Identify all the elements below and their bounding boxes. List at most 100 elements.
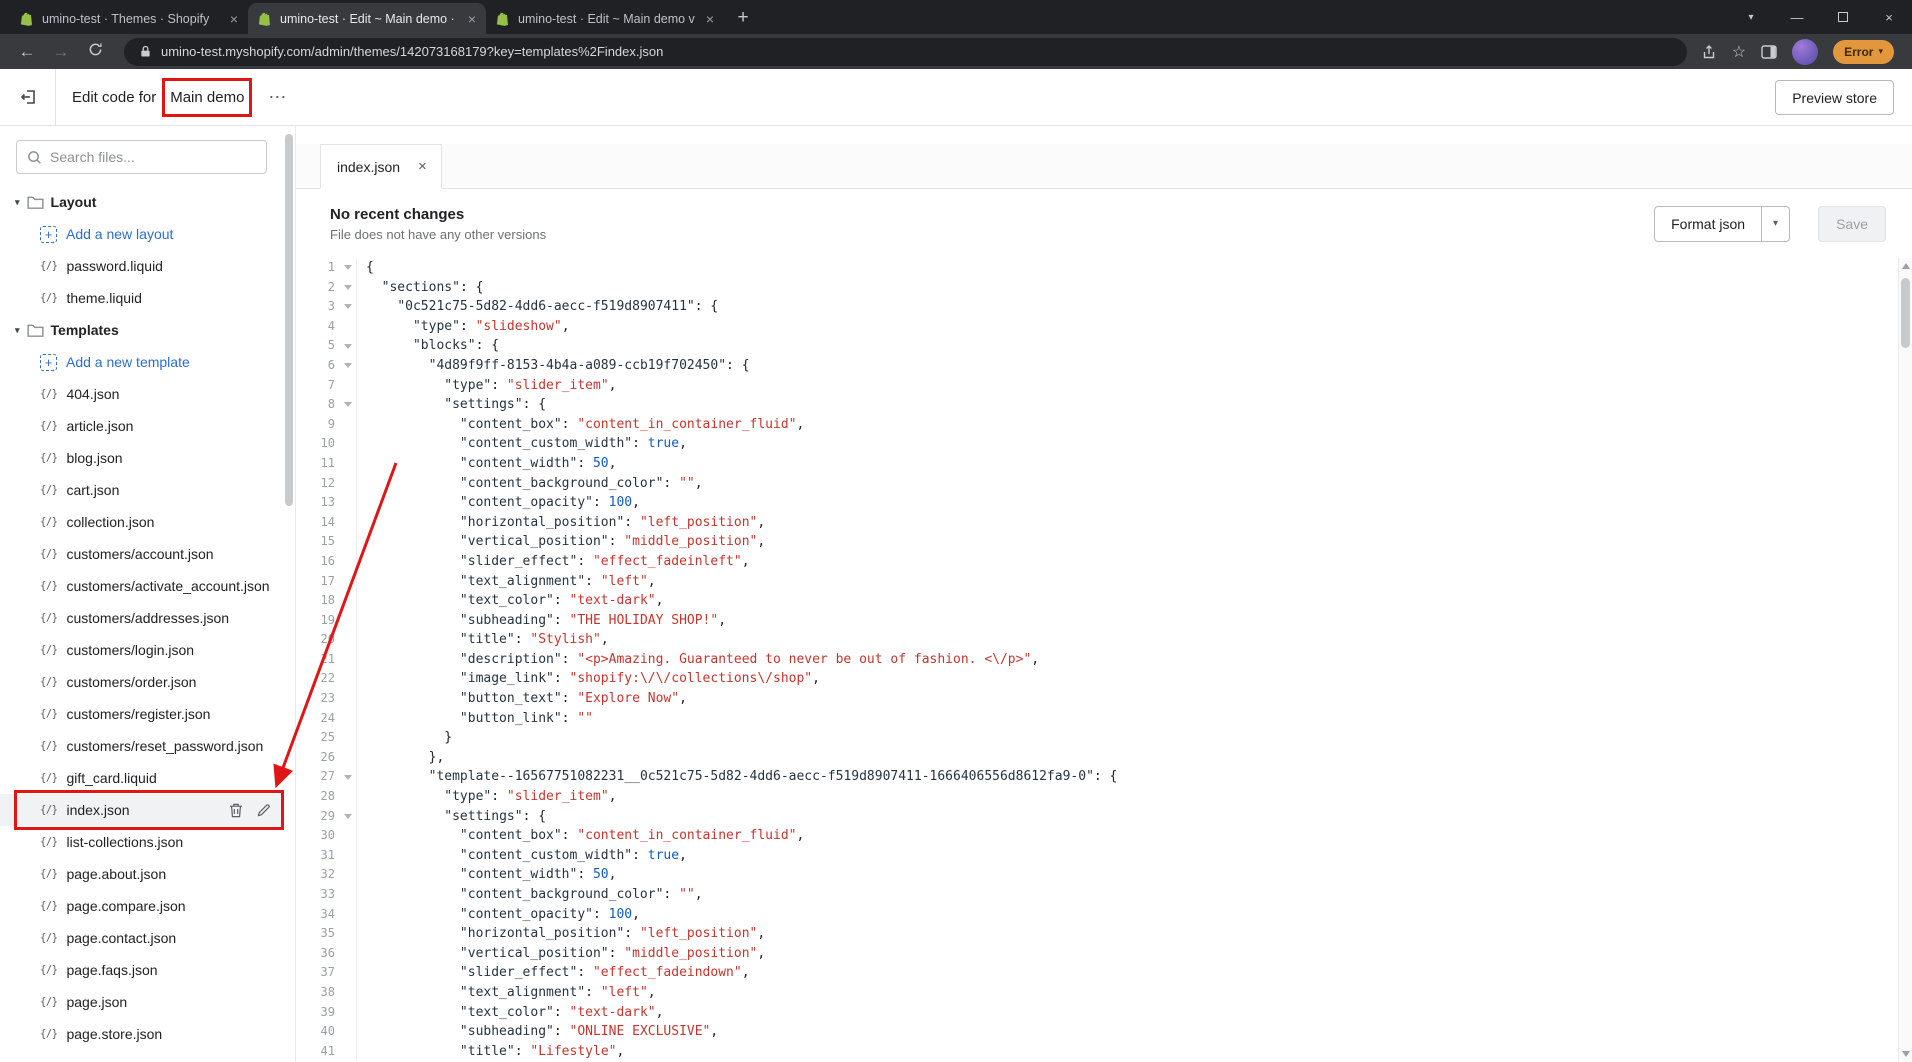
sidebar-scrollbar[interactable] xyxy=(283,126,295,1062)
fold-icon[interactable] xyxy=(344,814,352,819)
code-line[interactable]: 26 }, xyxy=(296,748,1912,768)
code-line[interactable]: 7 "type": "slider_item", xyxy=(296,376,1912,396)
code-line[interactable]: 8 "settings": { xyxy=(296,395,1912,415)
fold-icon[interactable] xyxy=(344,344,352,349)
file-page.about.json[interactable]: {/}page.about.json xyxy=(0,858,283,890)
code-line[interactable]: 40 "subheading": "ONLINE EXCLUSIVE", xyxy=(296,1022,1912,1042)
format-json-dropdown-button[interactable]: ▾ xyxy=(1761,207,1789,241)
code-line[interactable]: 4 "type": "slideshow", xyxy=(296,317,1912,337)
folder-layout[interactable]: ▾Layout xyxy=(0,186,283,218)
close-icon[interactable]: × xyxy=(468,11,476,27)
code-area[interactable]: 1{2 "sections": {3 "0c521c75-5d82-4dd6-a… xyxy=(296,258,1912,1062)
close-window-button[interactable]: × xyxy=(1866,0,1912,34)
file-cart.json[interactable]: {/}cart.json xyxy=(0,474,283,506)
fold-icon[interactable] xyxy=(344,285,352,290)
code-line[interactable]: 22 "image_link": "shopify:\/\/collection… xyxy=(296,669,1912,689)
code-line[interactable]: 3 "0c521c75-5d82-4dd6-aecc-f519d8907411"… xyxy=(296,297,1912,317)
fold-icon[interactable] xyxy=(344,304,352,309)
sidebar-scrollbar-thumb[interactable] xyxy=(285,134,293,506)
code-line[interactable]: 11 "content_width": 50, xyxy=(296,454,1912,474)
code-line[interactable]: 29 "settings": { xyxy=(296,807,1912,827)
close-icon[interactable]: × xyxy=(230,11,238,27)
rename-file-button[interactable] xyxy=(257,803,271,817)
file-page.compare.json[interactable]: {/}page.compare.json xyxy=(0,890,283,922)
file-gift_card.liquid[interactable]: {/}gift_card.liquid xyxy=(0,762,283,794)
file-page.store.json[interactable]: {/}page.store.json xyxy=(0,1018,283,1050)
code-line[interactable]: 24 "button_link": "" xyxy=(296,709,1912,729)
code-line[interactable]: 5 "blocks": { xyxy=(296,336,1912,356)
fold-icon[interactable] xyxy=(344,402,352,407)
close-tab-icon[interactable]: × xyxy=(418,158,427,175)
minimize-button[interactable]: — xyxy=(1774,0,1820,34)
scroll-down-icon[interactable] xyxy=(1902,1051,1910,1057)
more-actions-button[interactable]: ⋯ xyxy=(268,87,286,108)
code-line[interactable]: 27 "template--16567751082231__0c521c75-5… xyxy=(296,767,1912,787)
file-theme.liquid[interactable]: {/}theme.liquid xyxy=(0,282,283,314)
profile-avatar[interactable] xyxy=(1792,39,1818,65)
code-line[interactable]: 38 "text_alignment": "left", xyxy=(296,983,1912,1003)
close-icon[interactable]: × xyxy=(706,11,714,27)
file-customers/reset_password.json[interactable]: {/}customers/reset_password.json xyxy=(0,730,283,762)
save-button[interactable]: Save xyxy=(1818,206,1886,242)
file-password.liquid[interactable]: {/}password.liquid xyxy=(0,250,283,282)
file-customers/activate_account.json[interactable]: {/}customers/activate_account.json xyxy=(0,570,283,602)
file-customers/addresses.json[interactable]: {/}customers/addresses.json xyxy=(0,602,283,634)
fold-icon[interactable] xyxy=(344,775,352,780)
browser-tab[interactable]: umino-test · Edit ~ Main demo v× xyxy=(486,3,724,34)
editor-tab-index-json[interactable]: index.json × xyxy=(320,144,442,189)
add-new-layout-link[interactable]: +Add a new layout xyxy=(0,218,283,250)
new-tab-button[interactable]: + xyxy=(728,4,758,32)
format-json-button[interactable]: Format json xyxy=(1655,207,1761,241)
file-page.contact.json[interactable]: {/}page.contact.json xyxy=(0,922,283,954)
error-badge[interactable]: Error▾ xyxy=(1833,40,1894,64)
back-button[interactable]: ← xyxy=(12,42,42,62)
code-line[interactable]: 2 "sections": { xyxy=(296,278,1912,298)
preview-store-button[interactable]: Preview store xyxy=(1775,80,1894,115)
code-line[interactable]: 1{ xyxy=(296,258,1912,278)
code-line[interactable]: 32 "content_width": 50, xyxy=(296,865,1912,885)
forward-button[interactable]: → xyxy=(46,42,76,62)
code-line[interactable]: 25 } xyxy=(296,728,1912,748)
code-line[interactable]: 23 "button_text": "Explore Now", xyxy=(296,689,1912,709)
fold-icon[interactable] xyxy=(344,363,352,368)
file-customers/login.json[interactable]: {/}customers/login.json xyxy=(0,634,283,666)
search-files-box[interactable] xyxy=(16,140,267,174)
file-customers/account.json[interactable]: {/}customers/account.json xyxy=(0,538,283,570)
code-line[interactable]: 10 "content_custom_width": true, xyxy=(296,434,1912,454)
fold-icon[interactable] xyxy=(344,265,352,270)
browser-tab[interactable]: umino-test · Themes · Shopify× xyxy=(10,3,248,34)
file-page.faqs.json[interactable]: {/}page.faqs.json xyxy=(0,954,283,986)
delete-file-button[interactable] xyxy=(229,803,243,818)
reload-button[interactable] xyxy=(80,42,110,62)
file-customers/register.json[interactable]: {/}customers/register.json xyxy=(0,698,283,730)
scroll-up-icon[interactable] xyxy=(1902,263,1910,269)
file-list-collections.json[interactable]: {/}list-collections.json xyxy=(0,826,283,858)
code-line[interactable]: 17 "text_alignment": "left", xyxy=(296,572,1912,592)
file-article.json[interactable]: {/}article.json xyxy=(0,410,283,442)
code-line[interactable]: 41 "title": "Lifestyle", xyxy=(296,1042,1912,1062)
editor-scrollbar[interactable] xyxy=(1898,258,1912,1062)
code-line[interactable]: 35 "horizontal_position": "left_position… xyxy=(296,924,1912,944)
side-panel-button[interactable] xyxy=(1761,45,1777,59)
code-line[interactable]: 12 "content_background_color": "", xyxy=(296,474,1912,494)
file-index.json[interactable]: {/}index.json xyxy=(0,794,283,826)
maximize-button[interactable] xyxy=(1820,0,1866,34)
code-line[interactable]: 14 "horizontal_position": "left_position… xyxy=(296,513,1912,533)
code-line[interactable]: 28 "type": "slider_item", xyxy=(296,787,1912,807)
file-page.json[interactable]: {/}page.json xyxy=(0,986,283,1018)
code-line[interactable]: 15 "vertical_position": "middle_position… xyxy=(296,532,1912,552)
code-line[interactable]: 18 "text_color": "text-dark", xyxy=(296,591,1912,611)
folder-templates[interactable]: ▾Templates xyxy=(0,314,283,346)
tab-search-chevron-icon[interactable]: ▾ xyxy=(1728,0,1774,34)
file-404.json[interactable]: {/}404.json xyxy=(0,378,283,410)
code-line[interactable]: 6 "4d89f9ff-8153-4b4a-a089-ccb19f702450"… xyxy=(296,356,1912,376)
code-line[interactable]: 9 "content_box": "content_in_container_f… xyxy=(296,415,1912,435)
code-line[interactable]: 20 "title": "Stylish", xyxy=(296,630,1912,650)
file-customers/order.json[interactable]: {/}customers/order.json xyxy=(0,666,283,698)
code-line[interactable]: 13 "content_opacity": 100, xyxy=(296,493,1912,513)
code-line[interactable]: 33 "content_background_color": "", xyxy=(296,885,1912,905)
code-line[interactable]: 39 "text_color": "text-dark", xyxy=(296,1003,1912,1023)
code-line[interactable]: 16 "slider_effect": "effect_fadeinleft", xyxy=(296,552,1912,572)
code-line[interactable]: 34 "content_opacity": 100, xyxy=(296,905,1912,925)
search-files-input[interactable] xyxy=(50,149,256,165)
